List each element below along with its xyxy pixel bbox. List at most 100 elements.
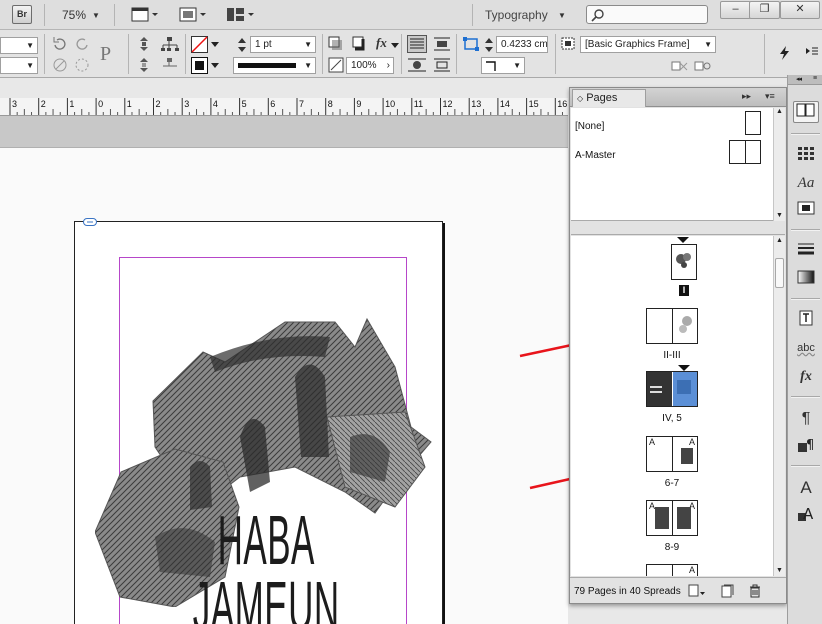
scroll-down-icon[interactable]: ▼ xyxy=(776,567,783,574)
object-style-options-icon[interactable] xyxy=(694,59,712,76)
clear-overrides-icon[interactable] xyxy=(671,59,689,76)
stroke-weight-field[interactable]: 1 pt ▼ xyxy=(250,36,316,53)
stroke-panel-button[interactable] xyxy=(793,241,819,263)
chevron-down-icon[interactable]: ▼ xyxy=(26,38,34,53)
pages-panel[interactable]: ◇ Pages ▸▸ ▾≡ [None] A-Master ▲ ▼ I II-I… xyxy=(569,87,787,604)
panel-menu-icon[interactable] xyxy=(806,44,818,63)
scroll-up-icon[interactable]: ▲ xyxy=(776,108,783,115)
corner-shape-field[interactable]: ▼ xyxy=(481,57,525,74)
chevron-down-icon[interactable]: ▼ xyxy=(513,58,521,73)
document-page[interactable]: HABA JAMEUN xyxy=(74,218,443,624)
scroll-down-icon[interactable]: ▼ xyxy=(776,212,783,219)
spread-label[interactable]: 8-9 xyxy=(612,542,732,553)
document-title[interactable]: HABA JAMEUN xyxy=(174,505,359,624)
spread-thumbnail[interactable]: A xyxy=(646,564,698,576)
collapse-panel-icon[interactable]: ▸▸ xyxy=(742,91,751,102)
character-styles-panel-button[interactable]: A xyxy=(793,505,819,527)
effects-panel-button[interactable]: fx xyxy=(793,366,819,388)
new-page-icon[interactable] xyxy=(720,584,734,601)
chevron-right-icon[interactable]: › xyxy=(387,58,390,73)
wrap-jump-object-icon[interactable] xyxy=(433,57,451,76)
fill-swatch[interactable] xyxy=(191,36,208,56)
drop-shadow-icon[interactable] xyxy=(328,36,344,55)
text-wrap-panel-button[interactable] xyxy=(793,310,819,332)
bridge-button[interactable]: Br xyxy=(12,5,32,24)
paragraph-styles-panel-button[interactable] xyxy=(793,200,819,222)
view-options-button[interactable] xyxy=(131,6,159,27)
screen-mode-button[interactable] xyxy=(178,6,208,27)
delete-page-icon[interactable] xyxy=(748,584,762,601)
masters-scrollbar[interactable]: ▲ ▼ xyxy=(773,108,785,221)
select-previous-icon[interactable] xyxy=(136,57,152,76)
stroke-dropdown-icon[interactable] xyxy=(210,60,220,73)
spelling-panel-button[interactable]: abc xyxy=(793,337,819,359)
stroke-swatch[interactable] xyxy=(191,57,208,77)
reference-point-y-field[interactable]: ▼ xyxy=(0,57,38,74)
scroll-thumb[interactable] xyxy=(775,258,784,288)
effects-icon[interactable]: fx xyxy=(376,35,387,51)
shadow-icon[interactable] xyxy=(352,36,368,55)
frame-fitting-icon[interactable] xyxy=(462,36,480,55)
opacity-icon[interactable] xyxy=(328,57,344,76)
panel-splitter[interactable] xyxy=(571,221,785,235)
chevron-down-icon[interactable]: ▼ xyxy=(704,37,712,52)
paragraph-styles-panel-button[interactable]: ¶ xyxy=(793,436,819,458)
dock-header[interactable]: ◂◂ ≡ xyxy=(788,75,822,85)
flip-icon[interactable] xyxy=(74,57,90,76)
fill-dropdown-icon[interactable] xyxy=(210,39,220,52)
close-button[interactable]: ✕ xyxy=(780,1,820,19)
stroke-type-field[interactable]: ▼ xyxy=(233,57,316,74)
opacity-field[interactable]: 100% › xyxy=(346,57,394,74)
minimize-button[interactable]: – xyxy=(720,1,751,19)
spread-thumbnail-selected[interactable] xyxy=(646,371,698,407)
search-field[interactable] xyxy=(586,5,708,24)
shear-icon[interactable] xyxy=(52,57,68,76)
wrap-object-shape-icon[interactable] xyxy=(407,57,427,76)
swatches-panel-button[interactable] xyxy=(793,145,819,167)
dock-menu-icon[interactable]: ≡ xyxy=(813,75,817,82)
workspace-dropdown-icon[interactable]: ▼ xyxy=(558,11,566,20)
select-content-icon[interactable] xyxy=(160,36,180,55)
rotate-ccw-icon[interactable] xyxy=(74,36,90,55)
master-a-label[interactable]: A-Master xyxy=(575,150,616,161)
size-stepper[interactable] xyxy=(484,37,494,56)
workspace-switcher[interactable]: Typography xyxy=(485,8,548,22)
reference-point-x-field[interactable]: ▼ xyxy=(0,37,38,54)
zoom-dropdown-icon[interactable]: ▼ xyxy=(92,11,100,20)
select-container-icon[interactable] xyxy=(136,36,152,55)
spread-thumbnail[interactable]: A A xyxy=(646,436,698,472)
expand-dock-icon[interactable]: ◂◂ xyxy=(796,75,802,83)
tab-pages[interactable]: ◇ Pages xyxy=(572,89,646,107)
chevron-down-icon[interactable]: ▼ xyxy=(26,58,34,73)
spread-label[interactable]: 6-7 xyxy=(612,478,732,489)
paragraph-panel-button[interactable]: ¶ xyxy=(793,408,819,430)
wrap-bounding-box-icon[interactable] xyxy=(433,36,451,55)
edit-page-size-icon[interactable] xyxy=(688,584,706,601)
pages-list[interactable]: I II-III IV, 5 A A 6-7 A A 8-9 A xyxy=(571,236,773,576)
panel-menu-icon[interactable]: ▾≡ xyxy=(765,91,775,102)
gradient-panel-button[interactable] xyxy=(793,269,819,291)
pages-scrollbar[interactable]: ▲ ▼ xyxy=(773,236,785,576)
spread-label[interactable]: II-III xyxy=(612,350,732,361)
horizontal-ruler[interactable]: 321012345678910111213141516171819 xyxy=(0,98,568,116)
link-icon[interactable] xyxy=(83,217,97,229)
quick-apply-icon[interactable] xyxy=(778,45,792,64)
zoom-level[interactable]: 75% xyxy=(62,8,86,22)
chevron-down-icon[interactable]: ▼ xyxy=(304,58,312,73)
spread-label[interactable]: IV, 5 xyxy=(612,413,732,424)
effects-dropdown-icon[interactable] xyxy=(391,40,399,52)
restore-button[interactable]: ❐ xyxy=(749,1,780,19)
chevron-down-icon[interactable]: ▼ xyxy=(304,37,312,52)
rotate-icon[interactable] xyxy=(52,36,68,55)
size-field[interactable]: 0.4233 cm xyxy=(496,36,548,53)
wrap-none-icon[interactable] xyxy=(407,35,427,56)
character-styles-panel-button[interactable]: Aa xyxy=(793,172,819,194)
spread-label-i[interactable]: I xyxy=(679,285,689,296)
arrange-documents-button[interactable] xyxy=(226,6,256,27)
character-panel-button[interactable]: A xyxy=(793,477,819,499)
pages-panel-button[interactable] xyxy=(793,101,819,123)
master-none-thumbnail[interactable] xyxy=(745,111,761,135)
scroll-up-icon[interactable]: ▲ xyxy=(776,237,783,244)
stroke-weight-stepper[interactable] xyxy=(237,37,247,56)
spread-thumbnail[interactable] xyxy=(646,308,698,344)
